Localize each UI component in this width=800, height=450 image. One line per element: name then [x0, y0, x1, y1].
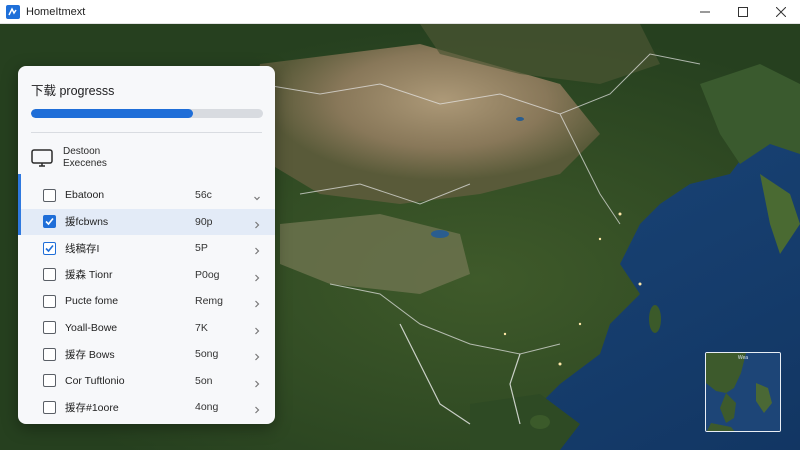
monitor-icon — [31, 149, 53, 167]
item-label: Pucte fome — [65, 295, 119, 308]
minimap[interactable]: Wea — [705, 352, 781, 432]
chevron-right-icon[interactable] — [253, 376, 261, 388]
item-label: 线稿存I — [65, 242, 100, 255]
list-item[interactable]: 援森00e — [18, 421, 275, 425]
checkbox[interactable] — [43, 374, 56, 388]
checkbox[interactable] — [43, 347, 56, 361]
progress-fill — [31, 109, 194, 118]
item-size: P0og — [195, 268, 220, 281]
item-label: 援森 Tionr — [65, 269, 113, 282]
section-subtitle: Execenes — [63, 158, 107, 169]
check-icon — [45, 244, 54, 252]
chevron-right-icon[interactable] — [253, 243, 261, 255]
window-title: HomeItmext — [26, 5, 86, 18]
chevron-down-icon[interactable] — [253, 190, 261, 201]
item-size: 90p — [195, 215, 213, 228]
item-size: 5on — [195, 374, 213, 387]
item-label: 援fcbwns — [65, 216, 109, 229]
list-item[interactable]: 援森 Tionr P0og — [18, 262, 275, 289]
chevron-right-icon[interactable] — [253, 402, 261, 414]
maximize-button[interactable] — [724, 0, 762, 24]
checkbox[interactable] — [43, 400, 56, 414]
chevron-right-icon[interactable] — [253, 217, 261, 229]
minimize-icon — [700, 11, 710, 12]
check-icon — [45, 218, 54, 226]
chevron-right-icon[interactable] — [253, 349, 261, 361]
selection-accent — [18, 208, 21, 235]
checkbox[interactable] — [43, 215, 56, 229]
chevron-right-icon[interactable] — [253, 323, 261, 335]
list-item[interactable]: Yoall-Bowe 7K — [18, 315, 275, 342]
checkbox[interactable] — [43, 321, 56, 335]
item-size: 56c — [195, 189, 212, 202]
item-size: 5P — [195, 242, 208, 255]
close-button[interactable] — [762, 0, 800, 24]
item-label: Cor Tuftlonio — [65, 374, 125, 387]
minimize-button[interactable] — [686, 0, 724, 24]
chevron-right-icon[interactable] — [253, 296, 261, 308]
item-size: 5ong — [195, 348, 219, 361]
maximize-icon — [738, 6, 748, 17]
item-label: Yoall-Bowe — [65, 321, 118, 334]
list-item[interactable]: Cor Tuftlonio 5on — [18, 368, 275, 395]
list-item[interactable]: 援fcbwns 90p — [18, 208, 275, 235]
item-size: 7K — [195, 321, 208, 334]
minimap-label: Wea — [737, 355, 749, 361]
window-controls — [686, 0, 800, 24]
progress-bar — [31, 109, 263, 118]
checkbox[interactable] — [43, 188, 56, 202]
panel-title: 下载 progresss — [31, 84, 115, 98]
checkbox[interactable] — [43, 268, 56, 282]
item-label: 援存 Bows — [65, 348, 115, 361]
list-item[interactable]: Ebatoon 56c — [18, 182, 275, 209]
section-title: Destoon — [63, 146, 101, 157]
list-item[interactable]: 线稿存I 5P — [18, 235, 275, 262]
download-list: Ebatoon 56c 援fcbwns 90p 线稿存I 5P 援森 Tionr P0og Pu… — [18, 182, 275, 424]
title-bar: HomeItmext — [0, 0, 800, 24]
section-header[interactable]: Destoon Execenes — [18, 133, 275, 173]
item-label: 援存#1oore — [65, 401, 119, 414]
checkbox[interactable] — [43, 241, 56, 255]
item-size: 4ong — [195, 401, 219, 414]
checkbox[interactable] — [43, 294, 56, 308]
list-item[interactable]: 援存#1oore 4ong — [18, 394, 275, 421]
app-logo-icon — [6, 4, 20, 19]
close-icon — [776, 6, 786, 17]
item-size: Remg — [195, 295, 224, 308]
download-panel: 下载 progresss Destoon Execenes Ebatoon 56c… — [18, 66, 275, 424]
item-label: Ebatoon — [65, 189, 105, 202]
chevron-right-icon[interactable] — [253, 270, 261, 282]
list-item[interactable]: 援存 Bows 5ong — [18, 341, 275, 368]
list-item[interactable]: Pucte fome Remg — [18, 288, 275, 315]
